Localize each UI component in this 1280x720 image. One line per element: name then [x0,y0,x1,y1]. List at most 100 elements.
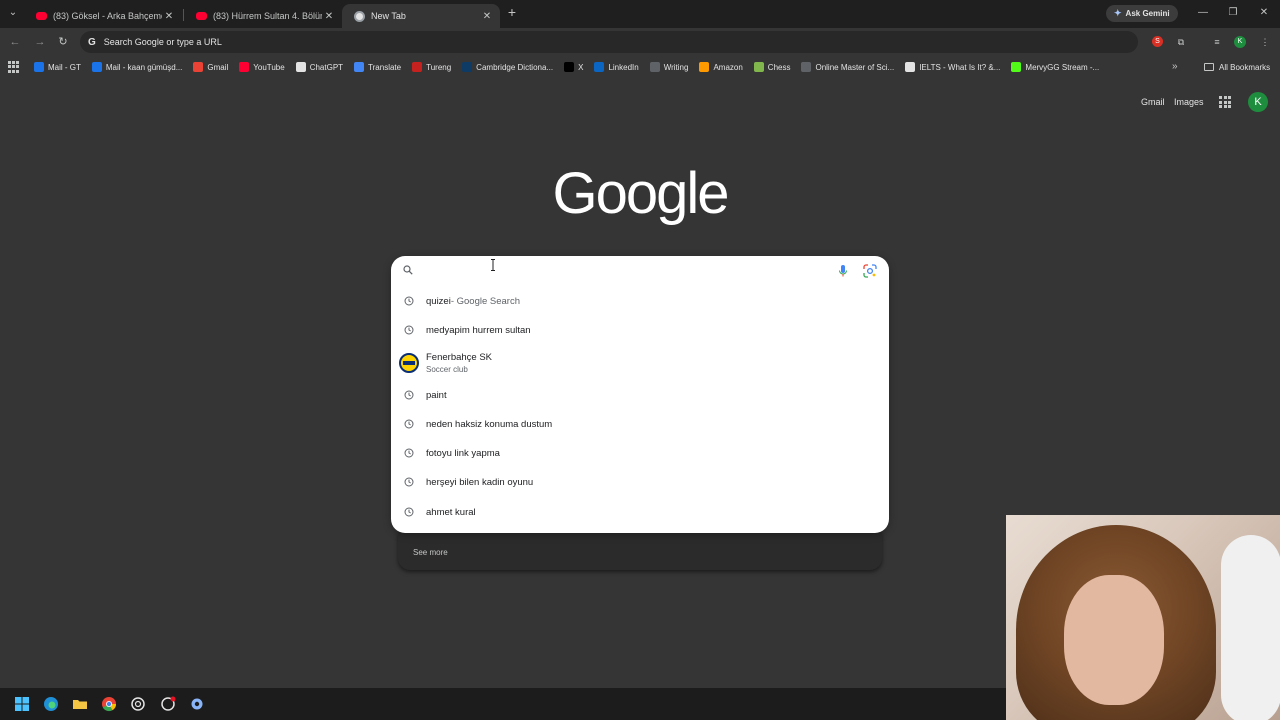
bookmark-label: Gmail [207,62,229,72]
bookmark-item[interactable]: Chess [753,62,791,72]
suggestion-item[interactable]: neden haksiz konuma dustum [391,411,889,437]
app-with-notification-icon[interactable] [160,696,176,712]
bookmark-item[interactable]: Cambridge Dictiona... [462,62,553,72]
bookmark-item[interactable]: Writing [649,62,688,72]
tab-hurrem-sultan[interactable]: (83) Hürrem Sultan 4. Bölüm - \ ✕ [184,4,342,28]
edge-browser-icon[interactable] [43,696,59,712]
chrome-taskbar-icon[interactable] [101,696,117,712]
tab-title: (83) Göksel - Arka Bahçemde - [53,11,162,21]
bookmark-label: Mail - kaan gümüşd... [105,62,183,72]
gmail-link[interactable]: Gmail [1141,97,1165,107]
back-arrow-icon[interactable]: ← [8,35,22,49]
search-input[interactable] [427,262,827,280]
profile-avatar[interactable]: K [1234,36,1246,48]
bookmark-favicon-icon [354,62,365,72]
chatgpt-icon[interactable] [130,696,146,712]
chrome-icon [354,10,365,22]
extensions-puzzle-icon[interactable]: ⧉ [1174,35,1188,49]
extension-red-icon[interactable]: S [1152,36,1163,47]
bookmark-item[interactable]: Mail - kaan gümüşd... [91,62,183,72]
suggestion-text: quizei [426,295,451,307]
address-bar-placeholder: Search Google or type a URL [103,37,222,47]
images-link[interactable]: Images [1174,97,1204,107]
close-icon[interactable]: ✕ [162,11,176,22]
bookmark-label: Amazon [713,62,743,72]
tab-new-tab[interactable]: New Tab ✕ [342,4,500,28]
suggestion-item[interactable]: paint [391,382,889,408]
close-icon[interactable]: ✕ [322,11,336,22]
tab-search-chevron-icon[interactable]: ⌄ [6,6,20,20]
ask-gemini-button[interactable]: ✦ Ask Gemini [1106,5,1178,22]
bookmark-label: ChatGPT [309,62,344,72]
forward-arrow-icon[interactable]: → [33,35,47,49]
all-bookmarks-label: All Bookmarks [1219,62,1271,72]
bookmark-label: Chess [767,62,791,72]
bookmark-item[interactable]: ChatGPT [295,62,344,72]
bookmark-favicon-icon [753,62,764,72]
bookmark-item[interactable]: Online Master of Sci... [801,62,894,72]
window-close-icon[interactable]: ✕ [1257,6,1271,20]
windows-start-icon[interactable] [14,696,30,712]
webcam-overlay [1006,515,1280,720]
settings-gear-icon[interactable] [189,696,205,712]
history-clock-icon [404,477,414,487]
suggestion-text: medyapim hurrem sultan [426,324,531,336]
suggestion-item[interactable]: medyapim hurrem sultan [391,317,889,343]
bookmark-label: Mail - GT [48,62,81,72]
bookmark-item[interactable]: Gmail [193,62,228,72]
suggestion-item[interactable]: ahmet kural [391,499,889,525]
history-clock-icon [404,448,414,458]
bookmark-item[interactable]: IELTS - What Is It? &... [905,62,1000,72]
suggestion-item[interactable]: fotoyu link yapma [391,440,889,466]
bookmark-favicon-icon [801,62,812,72]
suggestion-text: herşeyi bilen kadin oyunu [426,476,534,488]
all-bookmarks-button[interactable]: All Bookmarks [1204,56,1270,78]
bookmark-label: Tureng [426,62,452,72]
suggestion-text: ahmet kural [426,506,476,518]
bookmark-item[interactable]: YouTube [239,62,285,72]
bookmark-label: Online Master of Sci... [815,62,895,72]
voice-search-mic-icon[interactable] [837,264,849,278]
bookmark-item[interactable]: Mail - GT [34,62,81,72]
suggestion-text: fotoyu link yapma [426,447,500,459]
account-avatar[interactable]: K [1248,92,1268,112]
bookmarks-overflow-chevron-icon[interactable]: » [1172,56,1178,78]
reload-icon[interactable]: ↻ [56,35,70,49]
bookmark-item[interactable]: LinkedIn [594,62,639,72]
media-controls-icon[interactable]: ≡ [1210,35,1224,49]
bookmark-label: Cambridge Dictiona... [476,62,554,72]
close-icon[interactable]: ✕ [480,11,494,22]
bookmark-item[interactable]: Amazon [699,62,743,72]
fenerbahce-crest-icon [399,353,419,373]
history-clock-icon [404,390,414,400]
see-more-link[interactable]: See more [413,548,448,557]
apps-grid-icon[interactable] [8,61,20,73]
google-lens-icon[interactable] [863,264,877,278]
bookmark-favicon-icon [699,62,710,72]
suggestion-item[interactable]: herşeyi bilen kadin oyunu [391,469,889,495]
bookmark-favicon-icon [239,62,250,72]
tab-title: (83) Hürrem Sultan 4. Bölüm - \ [213,11,322,21]
suggestion-item[interactable]: quizei - Google Search [391,288,889,314]
bookmark-item[interactable]: Tureng [412,62,451,72]
tab-goksel[interactable]: (83) Göksel - Arka Bahçemde - ✕ [24,4,182,28]
google-apps-icon[interactable] [1219,96,1231,108]
address-bar[interactable]: G Search Google or type a URL [80,31,1138,53]
suggestion-text: neden haksiz konuma dustum [426,418,553,430]
more-menu-icon[interactable]: ⋮ [1258,35,1272,49]
text-cursor-icon [491,259,495,271]
bookmark-item[interactable]: X [564,62,583,72]
bookmark-item[interactable]: MervyGG Stream -... [1011,62,1099,72]
new-tab-plus-icon[interactable]: + [505,5,519,20]
history-clock-icon [404,325,414,335]
minimize-icon[interactable]: — [1196,6,1210,20]
bookmark-label: X [578,62,584,72]
restore-icon[interactable]: ❐ [1226,6,1240,20]
bookmark-favicon-icon [412,62,423,72]
suggestion-entity[interactable]: Fenerbahçe SK Soccer club [391,347,889,379]
bookmark-item[interactable]: Translate [354,62,401,72]
file-explorer-icon[interactable] [72,696,88,712]
search-box[interactable] [391,256,889,286]
see-more-panel: See more [398,532,882,570]
bookmark-favicon-icon [564,62,575,72]
